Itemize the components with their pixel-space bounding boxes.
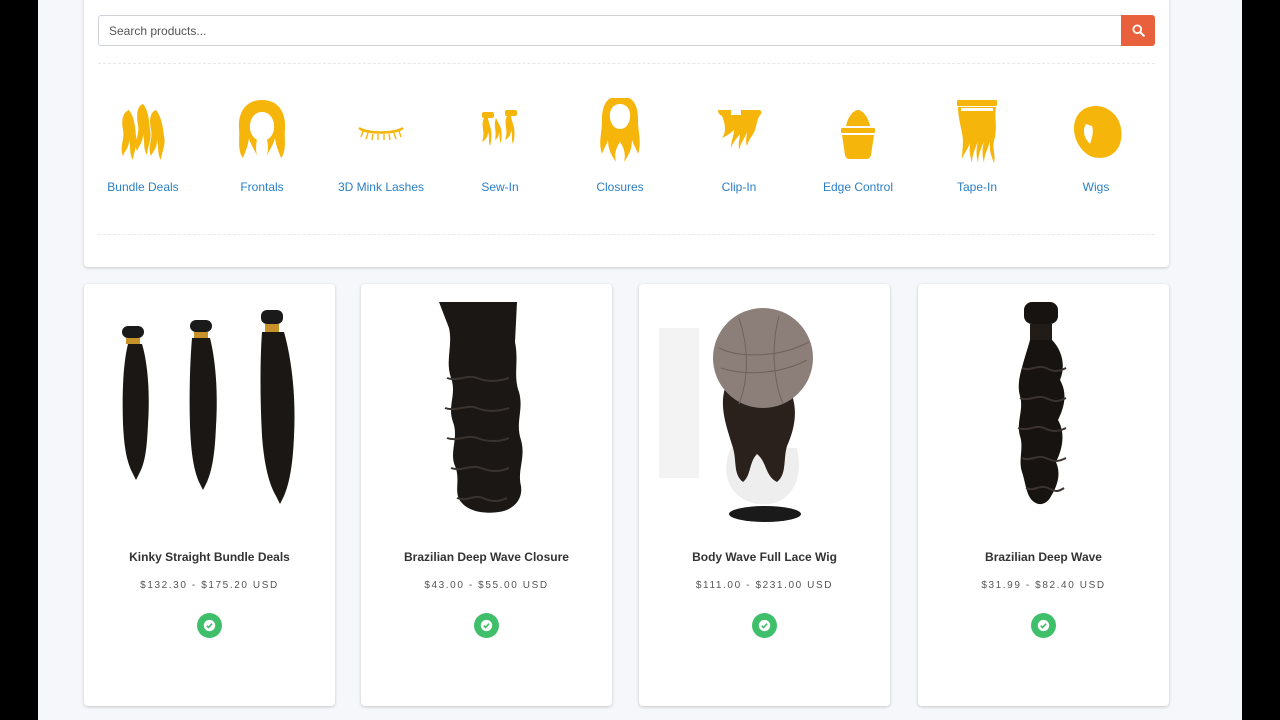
search-button[interactable] bbox=[1121, 15, 1155, 46]
category-frontals[interactable]: Frontals bbox=[207, 95, 317, 205]
category-label: Sew-In bbox=[481, 180, 519, 194]
product-image[interactable] bbox=[659, 298, 870, 528]
wig-icon bbox=[1074, 106, 1122, 158]
category-wigs[interactable]: Wigs bbox=[1041, 95, 1151, 205]
check-circle-icon bbox=[758, 619, 771, 632]
category-label: Edge Control bbox=[822, 180, 894, 194]
category-tape-in[interactable]: Tape-In bbox=[922, 95, 1032, 205]
clip-in-icon bbox=[718, 110, 762, 150]
product-image[interactable] bbox=[104, 298, 315, 528]
check-circle-icon bbox=[203, 619, 216, 632]
product-title[interactable]: Kinky Straight Bundle Deals bbox=[84, 550, 335, 564]
divider bbox=[98, 63, 1155, 64]
closure-icon bbox=[600, 98, 640, 162]
product-image[interactable] bbox=[381, 298, 592, 528]
edge-control-icon bbox=[841, 110, 875, 159]
category-bundle-deals[interactable]: Bundle Deals bbox=[88, 95, 198, 205]
frontal-icon bbox=[238, 100, 286, 158]
check-circle-icon bbox=[1037, 619, 1050, 632]
search-bar bbox=[98, 15, 1155, 46]
category-label: 3D Mink Lashes bbox=[337, 180, 425, 194]
category-label: Bundle Deals bbox=[107, 180, 179, 194]
available-badge bbox=[197, 613, 222, 638]
category-panel: Bundle Deals Frontals bbox=[84, 0, 1169, 267]
check-circle-icon bbox=[480, 619, 493, 632]
category-label: Closures bbox=[596, 180, 644, 194]
product-price: $43.00 - $55.00 USD bbox=[424, 580, 549, 591]
available-badge bbox=[474, 613, 499, 638]
product-price: $111.00 - $231.00 USD bbox=[695, 580, 834, 591]
category-label: Frontals bbox=[240, 180, 284, 194]
product-card[interactable]: Brazilian Deep Wave $31.99 - $82.40 USD bbox=[918, 284, 1169, 706]
bundle-deals-icon bbox=[121, 104, 165, 160]
tape-in-icon bbox=[957, 100, 997, 163]
product-title[interactable]: Body Wave Full Lace Wig bbox=[639, 550, 890, 564]
product-price: $31.99 - $82.40 USD bbox=[981, 580, 1106, 591]
divider bbox=[98, 234, 1155, 235]
page: Bundle Deals Frontals bbox=[38, 0, 1242, 720]
category-label: Clip-In bbox=[721, 180, 757, 194]
product-title[interactable]: Brazilian Deep Wave Closure bbox=[361, 550, 612, 564]
lashes-icon bbox=[358, 126, 404, 141]
product-card[interactable]: Kinky Straight Bundle Deals $132.30 - $1… bbox=[84, 284, 335, 706]
category-label: Tape-In bbox=[956, 180, 998, 194]
product-title[interactable]: Brazilian Deep Wave bbox=[918, 550, 1169, 564]
product-image[interactable] bbox=[938, 298, 1149, 528]
available-badge bbox=[1031, 613, 1056, 638]
category-closures[interactable]: Closures bbox=[565, 95, 675, 205]
search-icon bbox=[1131, 24, 1145, 37]
product-card[interactable]: Body Wave Full Lace Wig $111.00 - $231.0… bbox=[639, 284, 890, 706]
search-input[interactable] bbox=[98, 15, 1121, 46]
category-list: Bundle Deals Frontals 3D Mink Lashes Sew… bbox=[84, 95, 1169, 205]
product-card[interactable]: Brazilian Deep Wave Closure $43.00 - $55… bbox=[361, 284, 612, 706]
sew-in-icon bbox=[482, 110, 517, 146]
category-clip-in[interactable]: Clip-In bbox=[684, 95, 794, 205]
category-3d-mink-lashes[interactable]: 3D Mink Lashes bbox=[326, 95, 436, 205]
category-edge-control[interactable]: Edge Control bbox=[803, 95, 913, 205]
available-badge bbox=[752, 613, 777, 638]
category-label: Wigs bbox=[1082, 180, 1110, 194]
product-price: $132.30 - $175.20 USD bbox=[140, 580, 279, 591]
category-sew-in[interactable]: Sew-In bbox=[445, 95, 555, 205]
